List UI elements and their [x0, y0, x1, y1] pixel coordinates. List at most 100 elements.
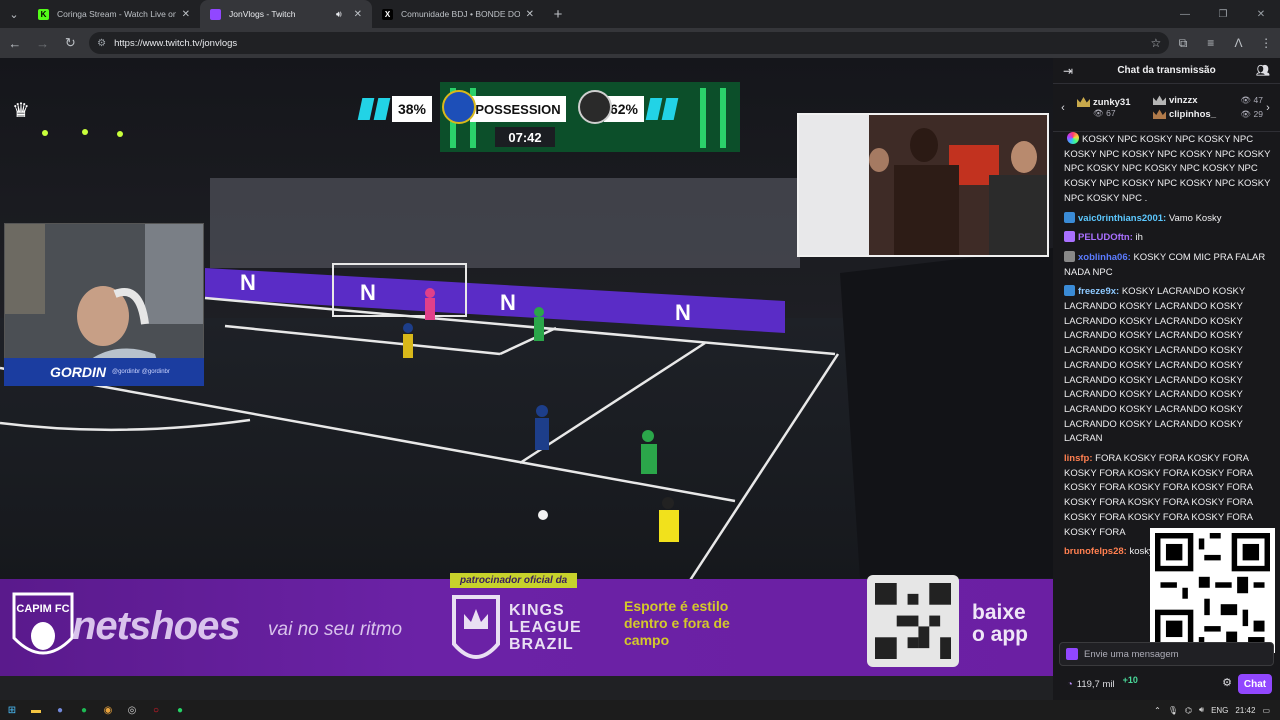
browser-toolbar: ← → ↻ ⚙︎ https://www.twitch.tv/jonvlogs … [0, 28, 1280, 58]
media-control-icon[interactable]: ≡ [1197, 36, 1225, 50]
close-tab-icon[interactable]: ✕ [526, 9, 534, 20]
discord-icon[interactable]: ● [48, 700, 72, 720]
clock[interactable]: 21:42 [1235, 706, 1255, 715]
reload-icon[interactable]: ↻ [57, 30, 83, 56]
tray-chevron-icon[interactable]: ⌃ [1154, 706, 1161, 715]
user-badge-icon [1064, 231, 1075, 243]
spotify-icon[interactable]: ● [72, 700, 96, 720]
forward-arrow-icon[interactable]: → [30, 30, 56, 56]
tab-title: JonVlogs - Twitch [229, 9, 296, 19]
match-timer: 07:42 [495, 127, 555, 147]
leaderboard-third[interactable]: clipinhos_ 👁︎ 29 [1153, 109, 1263, 120]
address-bar[interactable]: ⚙︎ https://www.twitch.tv/jonvlogs ☆ [89, 32, 1170, 54]
chat-username[interactable]: vaic0rinthians2001: [1078, 213, 1166, 224]
chat-settings-gear-icon[interactable]: ⚙︎ [1222, 676, 1232, 689]
notifications-icon[interactable]: ▭ [1262, 706, 1270, 715]
gift-leaderboard: ‹ zunky31 👁︎ 67 vinzzx 👁︎ 47 clipinhos_ … [1053, 84, 1280, 132]
new-tab-button[interactable]: + [544, 0, 572, 28]
scoreboard-stripe [661, 98, 679, 120]
network-icon[interactable]: ⌬ [1185, 706, 1192, 715]
baixe-o-app-text: baixe o app [972, 602, 1028, 646]
kings-league-crown-icon: ♛ [12, 100, 30, 122]
collapse-chat-icon[interactable]: ⇥ [1063, 64, 1073, 78]
volume-icon[interactable]: 🔊︎ [1199, 705, 1204, 715]
message-text: ih [1135, 232, 1143, 244]
sponsor-label: patrocinador oficial da [450, 573, 578, 588]
chevron-right-icon[interactable]: › [1258, 102, 1278, 114]
profile-icon[interactable]: Λ [1225, 36, 1253, 50]
gifter-name: vinzzx [1169, 95, 1198, 106]
close-window-icon[interactable]: ✕ [1242, 0, 1280, 28]
chat-message-input[interactable]: Envie uma mensagem [1059, 642, 1274, 666]
url-text: https://www.twitch.tv/jonvlogs [114, 37, 238, 49]
points-bonus: +10 [1122, 675, 1138, 685]
channel-points-icon[interactable]: ◔ [1067, 679, 1073, 690]
chat-username[interactable]: brunofelps28: [1064, 546, 1127, 557]
svg-text:N: N [500, 290, 516, 315]
overlay-qr-code [1150, 528, 1275, 653]
tab-title: Coringa Stream - Watch Live on [57, 9, 176, 19]
microphone-icon[interactable]: 🎙︎ [1168, 706, 1178, 715]
close-tab-icon[interactable]: ✕ [354, 9, 362, 20]
chat-message: freeze9x: KOSKY LACRANDO KOSKY LACRANDO … [1064, 285, 1272, 447]
tab-jonvlogs-twitch[interactable]: JonVlogs - Twitch 🔊︎ ✕ [200, 0, 372, 28]
back-arrow-icon[interactable]: ← [2, 30, 28, 56]
language-indicator[interactable]: ENG [1211, 706, 1228, 715]
community-icon[interactable]: 👥︎ [1256, 64, 1270, 77]
chat-header: ⇥ Chat da transmissão 👥︎ [1053, 58, 1280, 84]
user-badge-icon [1064, 250, 1075, 262]
gifter-name: zunky31 [1093, 96, 1131, 108]
maximize-icon[interactable]: ❐ [1204, 0, 1242, 28]
qr-pattern [1155, 533, 1270, 648]
file-explorer-icon[interactable]: ▬ [24, 700, 48, 720]
chat-username[interactable]: freeze9x: [1078, 286, 1119, 297]
netshoes-tagline: vai no seu ritmo [268, 619, 403, 640]
chat-username[interactable]: xoblinha06: [1078, 252, 1131, 263]
whatsapp-icon[interactable]: ● [168, 700, 192, 720]
extensions-icon[interactable]: ⧉ [1169, 36, 1197, 51]
site-info-icon[interactable]: ⚙︎ [97, 38, 106, 49]
right-team-badge-icon [578, 90, 612, 124]
kings-league-shield-icon [452, 595, 500, 659]
chrome-icon[interactable]: ◉ [96, 700, 120, 720]
leaderboard-second[interactable]: vinzzx 👁︎ 47 [1153, 95, 1263, 106]
windows-start-icon[interactable]: ⊞ [0, 700, 24, 720]
tab-search-button[interactable]: ⌄ [0, 0, 28, 28]
chat-message: xoblinha06: KOSKY COM MIC PRA FALAR NADA… [1064, 250, 1272, 280]
obs-icon[interactable]: ◎ [120, 700, 144, 720]
scoreboard-stripe [645, 98, 663, 120]
twitch-favicon-icon [210, 8, 221, 20]
video-player[interactable]: N N N N ♛ 38% POSSESSION 62% 07:42 GORDI… [0, 58, 1053, 676]
message-text: FORA KOSKY FORA KOSKY FORA KOSKY FORA KO… [1064, 453, 1253, 538]
chat-username[interactable]: PELUDOftn: [1078, 232, 1133, 243]
user-badge-icon [1064, 285, 1075, 297]
baixe-line2: o app [972, 623, 1028, 646]
chat-panel: ⇥ Chat da transmissão 👥︎ ‹ zunky31 👁︎ 67… [1053, 58, 1280, 700]
crown-icon [1153, 95, 1166, 106]
channel-points-value: 119,7 mil [1076, 678, 1115, 690]
speaker-icon[interactable]: 🔊︎ [336, 9, 342, 20]
svg-text:N: N [360, 280, 376, 305]
possession-scoreboard: 38% POSSESSION 62% [357, 90, 695, 124]
leaderboard-first[interactable]: zunky31 👁︎ 67 [1077, 97, 1147, 119]
bookmark-star-icon[interactable]: ☆ [1150, 36, 1161, 50]
menu-kebab-icon[interactable]: ⋮ [1252, 36, 1280, 50]
opera-icon[interactable]: ○ [144, 700, 168, 720]
minimize-icon[interactable]: — [1166, 0, 1204, 28]
svg-text:N: N [240, 270, 256, 295]
left-possession: 38% [392, 96, 432, 122]
tab-comunidade-bdj[interactable]: X Comunidade BDJ • BONDE DO ✕ [372, 0, 544, 28]
ad-esporte-text: Esporte é estilo dentro e fora de campo [624, 598, 730, 648]
kick-favicon-icon: K [38, 8, 49, 20]
close-tab-icon[interactable]: ✕ [182, 9, 190, 20]
chat-username[interactable]: linsfp: [1064, 453, 1093, 464]
svg-text:CAPIM FC: CAPIM FC [16, 603, 69, 615]
tab-coringa-stream[interactable]: K Coringa Stream - Watch Live on ✕ [28, 0, 200, 28]
chat-message: vaic0rinthians2001: Vamo Kosky [1064, 211, 1272, 227]
gifter-count: 67 [1106, 107, 1116, 118]
chat-send-button[interactable]: Chat [1238, 674, 1272, 694]
chat-title: Chat da transmissão [1117, 65, 1216, 76]
emote-picker-icon[interactable] [1066, 648, 1078, 660]
chevron-left-icon[interactable]: ‹ [1053, 102, 1073, 114]
league-line3: BRAZIL [509, 636, 574, 653]
